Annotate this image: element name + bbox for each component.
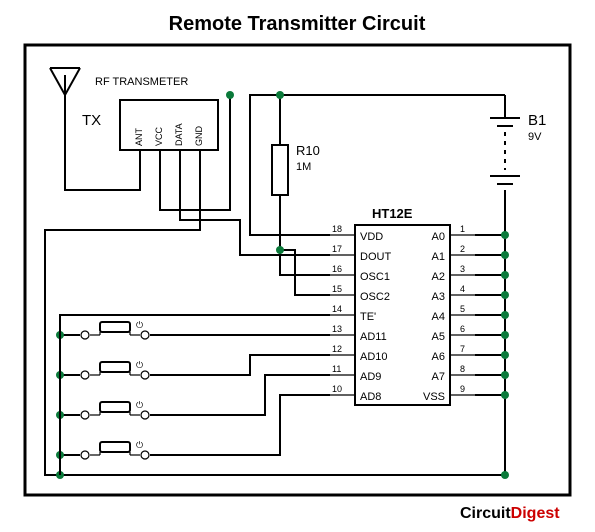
svg-text:5: 5	[460, 304, 465, 314]
svg-text:7: 7	[460, 344, 465, 354]
svg-text:⏻: ⏻	[136, 360, 143, 370]
svg-text:A0: A0	[432, 231, 445, 243]
right-pin-ties	[475, 231, 509, 399]
switch-3: ⏻	[81, 400, 149, 419]
svg-text:A3: A3	[432, 291, 445, 303]
rf-transmitter-label: RF TRANSMETER	[95, 76, 188, 88]
svg-text:⏻: ⏻	[136, 440, 143, 450]
svg-text:11: 11	[332, 364, 341, 374]
svg-text:6: 6	[460, 324, 465, 334]
tx-label: TX	[82, 112, 101, 129]
brand: CircuitDigest	[460, 505, 560, 522]
svg-text:TE': TE'	[360, 311, 376, 323]
svg-text:9: 9	[460, 384, 465, 394]
outer-frame	[25, 45, 570, 495]
svg-text:2: 2	[460, 244, 465, 254]
tx-pin-vcc: VCC	[154, 126, 164, 146]
svg-text:16: 16	[332, 264, 342, 274]
svg-text:17: 17	[332, 244, 342, 254]
svg-text:AD10: AD10	[360, 351, 388, 363]
svg-text:A4: A4	[432, 311, 445, 323]
svg-text:A6: A6	[432, 351, 445, 363]
page-title: Remote Transmitter Circuit	[169, 13, 426, 35]
svg-text:A2: A2	[432, 271, 445, 283]
ic-ref: HT12E	[372, 206, 413, 221]
battery-ref: B1	[528, 112, 546, 129]
svg-text:12: 12	[332, 344, 342, 354]
resistor-r10	[272, 130, 288, 210]
svg-text:VDD: VDD	[360, 231, 383, 243]
svg-text:OSC2: OSC2	[360, 291, 390, 303]
svg-text:18: 18	[332, 224, 342, 234]
svg-text:14: 14	[332, 304, 342, 314]
battery-value: 9V	[528, 131, 542, 143]
svg-text:A1: A1	[432, 251, 445, 263]
antenna-icon	[50, 68, 80, 115]
battery-icon	[490, 95, 520, 210]
resistor-ref: R10	[296, 143, 320, 158]
svg-text:3: 3	[460, 264, 465, 274]
switch-1: ⏻	[81, 320, 149, 339]
svg-text:8: 8	[460, 364, 465, 374]
svg-text:AD8: AD8	[360, 391, 381, 403]
svg-text:A5: A5	[432, 331, 445, 343]
switch-4: ⏻	[81, 440, 149, 459]
tx-pin-ant: ANT	[134, 127, 144, 146]
tx-pin-gnd: GND	[194, 126, 204, 147]
svg-text:1: 1	[460, 224, 465, 234]
svg-text:15: 15	[332, 284, 342, 294]
svg-text:⏻: ⏻	[136, 400, 143, 410]
svg-text:OSC1: OSC1	[360, 271, 390, 283]
svg-text:10: 10	[332, 384, 342, 394]
tx-pin-data: DATA	[174, 123, 184, 146]
svg-text:VSS: VSS	[423, 391, 445, 403]
svg-text:⏻: ⏻	[136, 320, 143, 330]
svg-text:13: 13	[332, 324, 342, 334]
svg-text:DOUT: DOUT	[360, 251, 391, 263]
svg-text:AD9: AD9	[360, 371, 381, 383]
svg-text:AD11: AD11	[360, 331, 387, 343]
resistor-value: 1M	[296, 161, 311, 173]
svg-text:4: 4	[460, 284, 465, 294]
svg-text:A7: A7	[432, 371, 445, 383]
switch-2: ⏻	[81, 360, 149, 379]
